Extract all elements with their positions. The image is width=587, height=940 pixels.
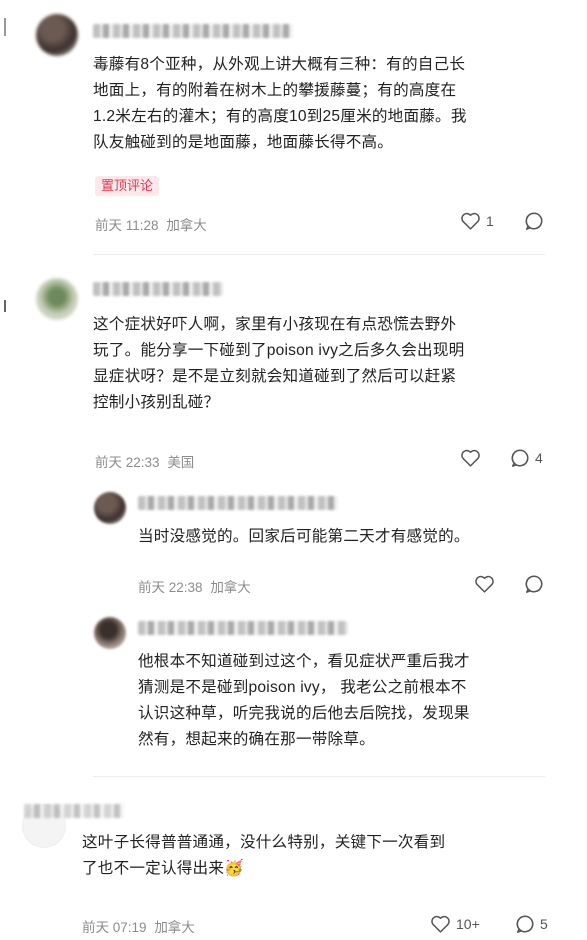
comment-item: 毒藤有8个亚种，从外观上讲大概有三种：有的自己长 地面上，有的附着在树木上的攀援… — [0, 0, 587, 250]
like-button[interactable]: 1 — [460, 211, 494, 231]
like-button[interactable] — [460, 448, 481, 468]
heart-icon — [461, 212, 480, 230]
comment-line: 然有，想起来的确在那一带除草。 — [138, 731, 375, 748]
comment-time: 前天 11:28 — [95, 218, 159, 233]
comment-text: 当时没感觉的。回家后可能第二天才有感觉的。 — [138, 524, 558, 550]
comment-meta: 前天 22:38 加拿大 — [138, 576, 251, 596]
reply-button[interactable]: 4 — [510, 448, 543, 468]
divider — [93, 254, 545, 255]
pinned-badge: 置顶评论 — [95, 176, 160, 196]
comment-text: 这个症状好吓人啊，家里有小孩现在有点恐慌去野外 玩了。能分享一下碰到了poiso… — [93, 312, 563, 416]
comment-location: 加拿大 — [210, 580, 251, 595]
reply-button[interactable] — [524, 211, 544, 231]
comment-location: 加拿大 — [166, 218, 207, 233]
reply-count: 4 — [535, 450, 543, 466]
comment-bubble-icon — [511, 449, 529, 467]
comment-line: 这个症状好吓人啊，家里有小孩现在有点恐慌去野外 — [93, 316, 457, 333]
like-button[interactable]: 10+ — [430, 914, 480, 934]
comment-time: 前天 22:38 — [138, 580, 203, 595]
comment-line: 显症状呀？是不是立刻就会知道碰到了然后可以赶紧 — [93, 368, 457, 385]
avatar[interactable] — [36, 278, 78, 320]
heart-icon — [475, 575, 494, 593]
comment-time: 前天 22:33 — [95, 455, 160, 470]
comment-item: 这个症状好吓人啊，家里有小孩现在有点恐慌去野外 玩了。能分享一下碰到了poiso… — [0, 260, 587, 480]
comment-line: 这叶子长得普普通通，没什么特别，关键下一次看到 — [82, 834, 446, 851]
username[interactable] — [93, 282, 223, 296]
comment-text: 毒藤有8个亚种，从外观上讲大概有三种：有的自己长 地面上，有的附着在树木上的攀援… — [93, 52, 563, 156]
reply-count: 5 — [540, 916, 548, 932]
comment-meta: 前天 22:33 美国 — [95, 451, 194, 471]
comment-bubble-icon — [525, 212, 543, 230]
comment-line: 猜测是不是碰到poison ivy， 我老公之前根本不 — [138, 679, 467, 696]
comment-time: 前天 07:19 — [82, 920, 147, 935]
comment-line: 认识这种草，听完我说的后他去后院找，发现果 — [138, 705, 470, 722]
divider — [93, 776, 545, 777]
username[interactable] — [138, 621, 348, 635]
reply-button[interactable] — [524, 574, 544, 594]
like-button[interactable] — [474, 574, 495, 594]
comment-line: 控制小孩别乱碰？ — [93, 394, 220, 411]
comment-line: 队友触碰到的是地面藤，地面藤长得不高。 — [93, 134, 394, 151]
username[interactable] — [138, 496, 338, 510]
comment-line: 1.2米左右的灌木；有的高度10到25厘米的地面藤。我 — [93, 108, 467, 125]
comment-item: 这叶子长得普普通通，没什么特别，关键下一次看到 了也不一定认得出来🥳 前天 07… — [0, 790, 587, 940]
comment-line: 他根本不知道碰到过这个，看见症状严重后我才 — [138, 653, 470, 670]
heart-icon — [431, 915, 450, 933]
avatar[interactable] — [36, 14, 78, 56]
comment-meta: 前天 07:19 加拿大 — [82, 916, 195, 936]
comment-location: 加拿大 — [154, 920, 195, 935]
reply-item: 他根本不知道碰到过这个，看见症状严重后我才 猜测是不是碰到poison ivy，… — [0, 605, 587, 775]
comment-bubble-icon — [516, 915, 534, 933]
reply-button[interactable]: 5 — [515, 914, 548, 934]
comment-line: 地面上，有的附着在树木上的攀援藤蔓；有的高度在 — [93, 82, 457, 99]
username[interactable] — [93, 24, 293, 38]
heart-icon — [461, 449, 480, 467]
comment-location: 美国 — [167, 455, 195, 470]
username[interactable] — [24, 804, 124, 818]
like-count: 10+ — [456, 916, 480, 932]
comment-text: 这叶子长得普普通通，没什么特别，关键下一次看到 了也不一定认得出来🥳 — [82, 830, 562, 882]
comment-text: 他根本不知道碰到过这个，看见症状严重后我才 猜测是不是碰到poison ivy，… — [138, 649, 558, 753]
comment-line: 了也不一定认得出来🥳 — [82, 860, 244, 877]
avatar[interactable] — [94, 617, 126, 649]
comments-page: 毒藤有8个亚种，从外观上讲大概有三种：有的自己长 地面上，有的附着在树木上的攀援… — [0, 0, 587, 940]
comment-line: 当时没感觉的。回家后可能第二天才有感觉的。 — [138, 528, 470, 545]
comment-line: 毒藤有8个亚种，从外观上讲大概有三种：有的自己长 — [93, 56, 466, 73]
comment-line: 玩了。能分享一下碰到了poison ivy之后多久会出现明 — [93, 342, 465, 359]
reply-item: 当时没感觉的。回家后可能第二天才有感觉的。 前天 22:38 加拿大 — [0, 480, 587, 600]
comment-bubble-icon — [525, 575, 543, 593]
avatar[interactable] — [94, 492, 126, 524]
like-count: 1 — [486, 213, 494, 229]
comment-meta: 前天 11:28 加拿大 — [95, 214, 207, 234]
